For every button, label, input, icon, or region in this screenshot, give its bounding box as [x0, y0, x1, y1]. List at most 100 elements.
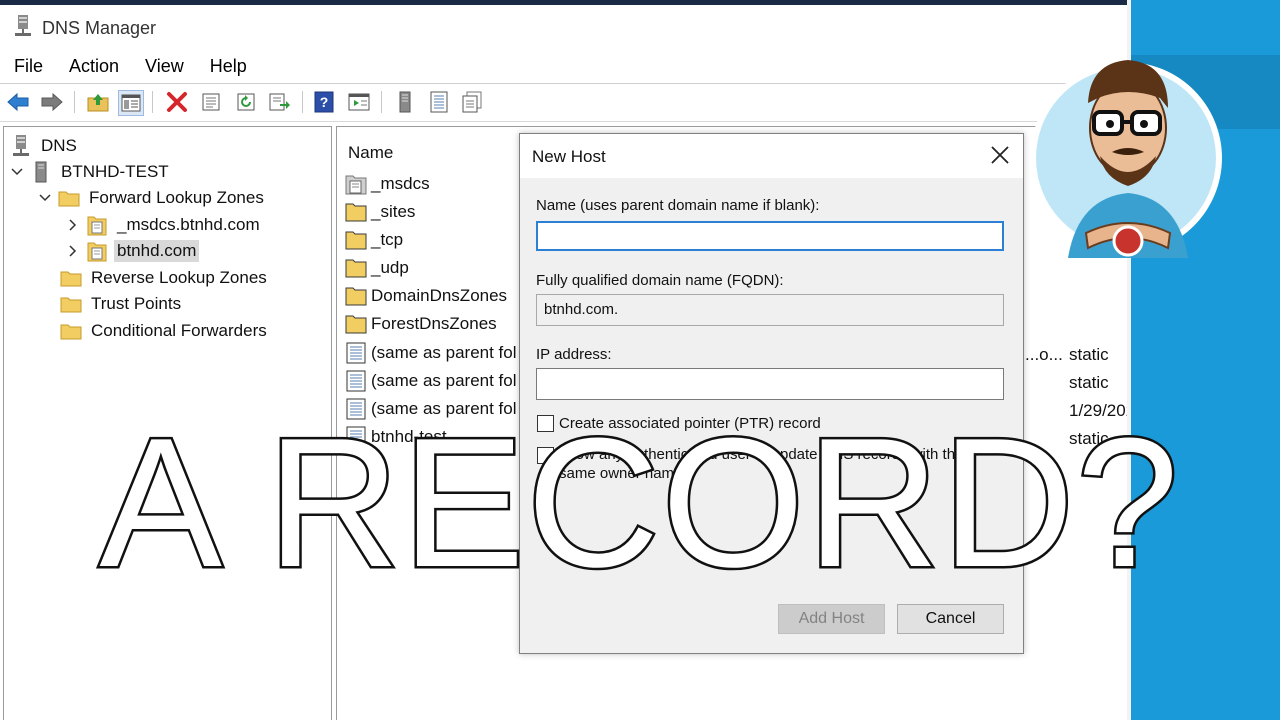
tree-label-btnhd-zone: btnhd.com [114, 240, 200, 262]
svg-text:?: ? [320, 94, 329, 110]
row-name: (same as parent fol [371, 399, 517, 418]
delete-icon[interactable] [165, 90, 189, 114]
host-name-input[interactable] [536, 221, 1004, 251]
up-folder-icon[interactable] [86, 90, 110, 114]
ptr-record-checkbox[interactable] [537, 415, 554, 432]
tree-node-reverse-lookup-zones[interactable]: Reverse Lookup Zones [60, 267, 270, 289]
title-bar: DNS Manager [0, 5, 1127, 47]
tree-node-forward-lookup-zones[interactable]: Forward Lookup Zones [38, 187, 267, 209]
console-tree: DNS BTNHD-TEST Forward Lookup Zones _msd… [3, 126, 332, 720]
cancel-button[interactable]: Cancel [897, 604, 1004, 634]
copy-record-icon[interactable] [460, 90, 484, 114]
list-item[interactable]: (same as parent fol [345, 396, 517, 422]
menu-bar: File Action View Help [0, 53, 259, 81]
tree-label-dns: DNS [41, 136, 77, 155]
add-host-button[interactable]: Add Host [778, 604, 885, 634]
tree-node-btnhd-zone[interactable]: btnhd.com [66, 240, 200, 262]
tree-node-dns[interactable]: DNS [10, 135, 80, 157]
row-name: (same as parent fol [371, 371, 517, 390]
tree-node-trust-points[interactable]: Trust Points [60, 293, 184, 315]
run-console-icon[interactable] [347, 90, 371, 114]
zone-folder-icon [345, 173, 367, 195]
list-item[interactable]: _tcp [345, 227, 403, 253]
help-icon[interactable]: ? [312, 90, 336, 114]
menu-help[interactable]: Help [210, 53, 247, 81]
chevron-right-icon[interactable] [66, 244, 80, 258]
folder-icon [345, 285, 367, 307]
dialog-title-bar: New Host [520, 134, 1023, 178]
list-item[interactable]: ForestDnsZones [345, 311, 497, 337]
chevron-down-icon[interactable] [10, 165, 24, 179]
menu-divider [0, 83, 1127, 84]
tree-node-conditional-forwarders[interactable]: Conditional Forwarders [60, 320, 270, 342]
allow-update-label-line1: Allow any authenticated user to update D… [559, 446, 964, 463]
record-icon [345, 342, 367, 364]
row-timestamp-cell: static [1069, 429, 1109, 448]
list-item[interactable]: (same as parent fol [345, 340, 517, 366]
tree-node-server[interactable]: BTNHD-TEST [10, 161, 172, 183]
row-name: _sites [371, 202, 416, 221]
forward-arrow-icon[interactable] [40, 90, 64, 114]
folder-icon [60, 293, 82, 315]
fqdn-field: btnhd.com. [536, 294, 1004, 326]
folder-icon [345, 257, 367, 279]
menu-view[interactable]: View [145, 53, 184, 81]
folder-icon [345, 313, 367, 335]
fqdn-field-label: Fully qualified domain name (FQDN): [536, 272, 784, 289]
properties-icon[interactable] [199, 90, 223, 114]
list-item[interactable]: _sites [345, 199, 415, 225]
row-name: _msdcs [371, 174, 430, 193]
folder-icon [60, 320, 82, 342]
dns-app-icon [14, 15, 32, 42]
chevron-down-icon[interactable] [38, 191, 52, 205]
list-item[interactable]: btnhd-test [345, 424, 447, 450]
export-list-icon[interactable] [268, 90, 292, 114]
tree-node-msdcs-zone[interactable]: _msdcs.btnhd.com [66, 214, 263, 236]
ip-address-input[interactable] [536, 368, 1004, 400]
row-name: _udp [371, 258, 409, 277]
record-icon [345, 370, 367, 392]
channel-avatar-logo [1030, 60, 1222, 258]
menu-file[interactable]: File [14, 53, 43, 81]
folder-icon [58, 187, 80, 209]
ptr-record-label: Create associated pointer (PTR) record [559, 415, 821, 432]
row-name: btnhd-test [371, 427, 447, 446]
allow-update-checkbox[interactable] [537, 447, 554, 464]
tree-label-msdcs-zone: _msdcs.btnhd.com [117, 215, 260, 234]
list-item[interactable]: (same as parent fol [345, 368, 517, 394]
row-name: (same as parent fol [371, 343, 517, 362]
folder-icon [345, 229, 367, 251]
row-name: ForestDnsZones [371, 314, 497, 333]
row-name: _tcp [371, 230, 404, 249]
show-hide-tree-icon[interactable] [118, 90, 144, 116]
zone-icon [86, 240, 108, 262]
row-data-cell: ...o... [1025, 345, 1063, 364]
name-field-label: Name (uses parent domain name if blank): [536, 197, 820, 214]
row-timestamp-cell: static [1069, 373, 1109, 392]
list-item[interactable]: _udp [345, 255, 409, 281]
column-header-name[interactable]: Name [348, 143, 393, 163]
toolbar-separator [152, 91, 153, 113]
close-icon[interactable] [989, 144, 1011, 166]
list-item[interactable]: DomainDnsZones [345, 283, 507, 309]
row-name: DomainDnsZones [371, 286, 508, 305]
toolbar-separator [381, 91, 382, 113]
ip-address-label: IP address: [536, 346, 612, 363]
chevron-right-icon[interactable] [66, 218, 80, 232]
zone-icon [86, 214, 108, 236]
allow-update-label-line2: same owner name [559, 465, 683, 482]
list-item[interactable]: _msdcs [345, 171, 430, 197]
menu-action[interactable]: Action [69, 53, 119, 81]
server-icon[interactable] [393, 90, 417, 114]
toolbar-separator [74, 91, 75, 113]
records-list-icon[interactable] [427, 90, 451, 114]
toolbar: ? [0, 87, 1127, 117]
dialog-title: New Host [532, 147, 606, 166]
refresh-icon[interactable] [234, 90, 258, 114]
record-icon [345, 426, 367, 448]
back-arrow-icon[interactable] [6, 90, 30, 114]
tree-label-reverse-lookup-zones: Reverse Lookup Zones [91, 268, 267, 287]
row-timestamp-cell: 1/29/2022 10:00:00 AM [1069, 401, 1127, 420]
record-icon [345, 398, 367, 420]
toolbar-separator [302, 91, 303, 113]
